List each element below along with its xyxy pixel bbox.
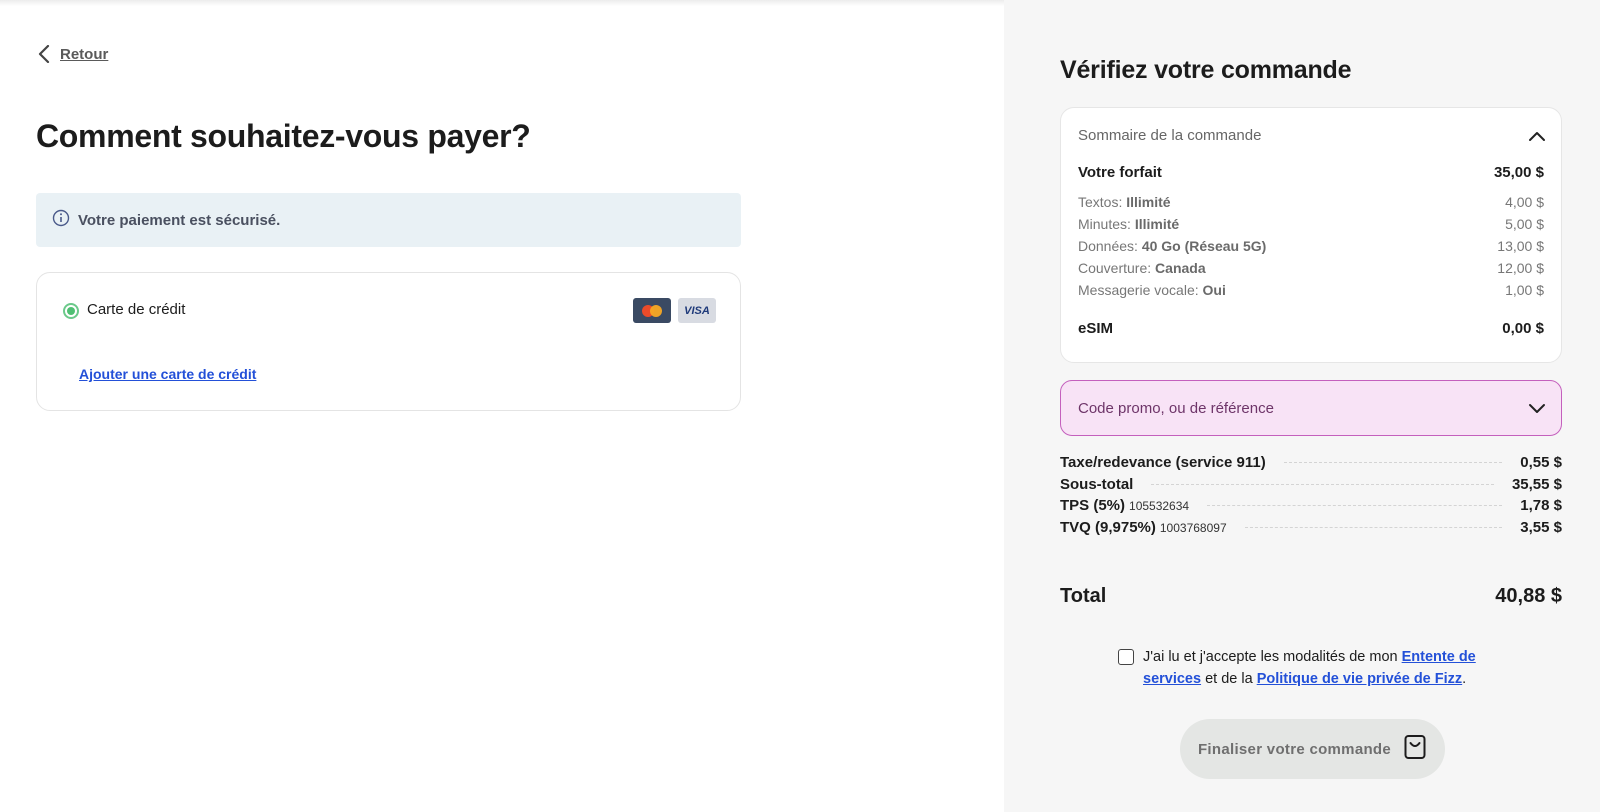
summary-item: Données: 40 Go (Réseau 5G) 13,00 $	[1078, 238, 1544, 254]
chevron-left-icon	[36, 45, 52, 63]
terms-agreement: J'ai lu et j'accepte les modalités de mo…	[1118, 646, 1498, 690]
payment-panel: Retour Comment souhaitez-vous payer? Vot…	[0, 0, 1004, 812]
add-credit-card-link[interactable]: Ajouter une carte de crédit	[79, 366, 256, 382]
top-shadow	[0, 0, 1004, 6]
credit-card-radio[interactable]	[63, 303, 79, 319]
terms-text: J'ai lu et j'accepte les modalités de mo…	[1143, 649, 1476, 687]
page-title: Comment souhaitez-vous payer?	[36, 118, 531, 154]
fee-row: Sous-total 35,55 $	[1060, 475, 1562, 493]
fee-row: Taxe/redevance (service 911) 0,55 $	[1060, 454, 1562, 471]
secure-payment-text: Votre paiement est sécurisé.	[78, 211, 281, 229]
info-icon	[52, 209, 70, 232]
order-review-panel: Vérifiez votre commande Sommaire de la c…	[1004, 0, 1600, 812]
item-price: 12,00 $	[1497, 260, 1544, 276]
fees-list: Taxe/redevance (service 911) 0,55 $ Sous…	[1060, 454, 1562, 540]
summary-header: Sommaire de la commande	[1078, 127, 1262, 144]
payment-method-label: Carte de crédit	[87, 301, 186, 318]
total-label: Total	[1060, 585, 1107, 607]
review-title: Vérifiez votre commande	[1060, 56, 1352, 84]
plan-row: Votre forfait 35,00 $	[1078, 164, 1544, 181]
privacy-policy-link[interactable]: Politique de vie privée de Fizz	[1257, 671, 1462, 687]
chevron-up-icon[interactable]	[1527, 126, 1547, 146]
chevron-down-icon	[1527, 398, 1547, 418]
shopping-bag-icon	[1403, 734, 1427, 765]
summary-item: Textos: Illimité 4,00 $	[1078, 194, 1544, 210]
payment-method-card: Carte de crédit VISA Ajouter une carte d…	[36, 272, 741, 411]
esim-label: eSIM	[1078, 320, 1114, 337]
item-price: 5,00 $	[1505, 216, 1544, 232]
plan-price: 35,00 $	[1493, 164, 1544, 181]
back-label: Retour	[60, 45, 109, 63]
total-row: Total 40,88 $	[1060, 585, 1562, 608]
order-summary: Sommaire de la commande Votre forfait 35…	[1060, 107, 1562, 363]
promo-label: Code promo, ou de référence	[1078, 399, 1274, 417]
plan-label: Votre forfait	[1078, 164, 1162, 181]
promo-code-toggle[interactable]: Code promo, ou de référence	[1060, 380, 1562, 436]
summary-item: Couverture: Canada 12,00 $	[1078, 260, 1544, 276]
item-price: 1,00 $	[1505, 282, 1544, 298]
esim-price: 0,00 $	[1502, 320, 1544, 337]
total-amount: 40,88 $	[1495, 585, 1562, 607]
secure-payment-banner: Votre paiement est sécurisé.	[36, 193, 741, 247]
terms-checkbox[interactable]	[1118, 649, 1134, 665]
summary-item: Messagerie vocale: Oui 1,00 $	[1078, 282, 1544, 298]
fee-row: TVQ (9,975%) 1003768097 3,55 $	[1060, 518, 1562, 536]
fee-row: TPS (5%) 105532634 1,78 $	[1060, 497, 1562, 514]
item-price: 4,00 $	[1505, 194, 1544, 210]
finalize-label: Finaliser votre commande	[1197, 740, 1392, 758]
item-price: 13,00 $	[1497, 238, 1544, 254]
mastercard-icon	[633, 298, 671, 323]
visa-icon: VISA	[678, 298, 716, 323]
summary-item: Minutes: Illimité 5,00 $	[1078, 216, 1544, 232]
esim-row: eSIM 0,00 $	[1078, 320, 1544, 337]
finalize-order-button[interactable]: Finaliser votre commande	[1180, 719, 1445, 779]
back-link[interactable]: Retour	[36, 45, 108, 63]
